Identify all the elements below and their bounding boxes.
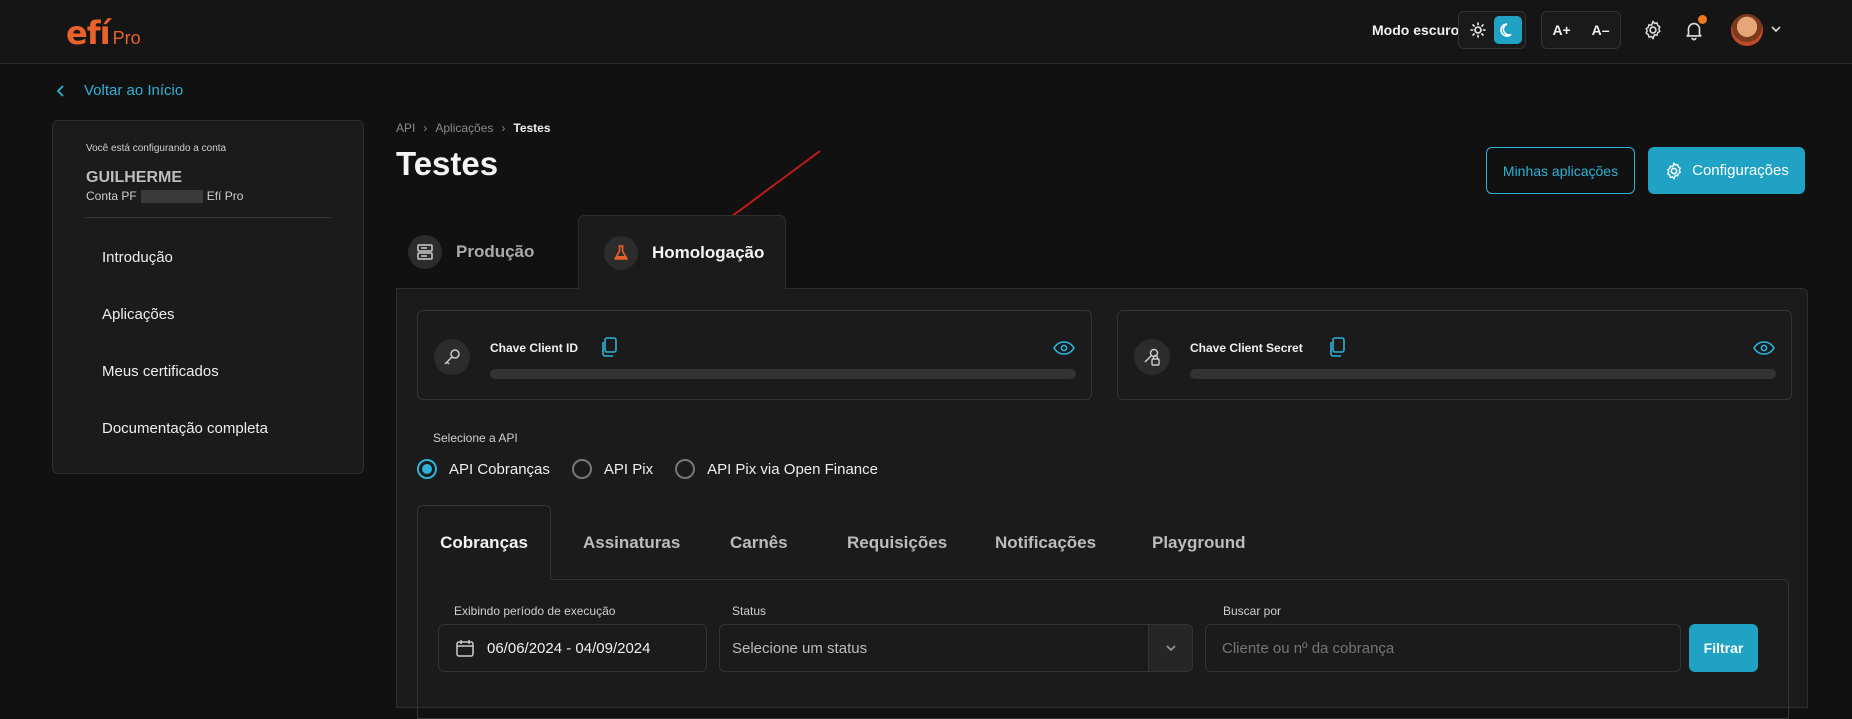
main-panel: Chave Client ID Chave Client Secret Sele…	[396, 288, 1808, 719]
flask-icon	[604, 235, 638, 270]
sidebar-item-documentacao[interactable]: Documentação completa	[102, 420, 268, 437]
eye-icon[interactable]	[1753, 341, 1775, 360]
sidebar-item-introducao[interactable]: Introdução	[102, 249, 173, 266]
breadcrumb: API › Aplicações › Testes	[396, 121, 551, 135]
breadcrumb-separator-icon: ›	[423, 121, 428, 135]
radio-api-pix[interactable]: API Pix	[571, 459, 654, 479]
radio-button[interactable]	[571, 459, 592, 479]
page-title: Testes	[396, 145, 499, 182]
top-bar: efí Pro Modo escuro A+ A–	[0, 0, 1852, 64]
tab-label: Produção	[456, 242, 535, 261]
client-id-card: Chave Client ID	[417, 310, 1092, 400]
tab-assinaturas[interactable]: Assinaturas	[583, 505, 680, 580]
radio-button[interactable]	[675, 459, 696, 479]
breadcrumb-item[interactable]: API	[396, 121, 415, 135]
account-type-suffix: Efí Pro	[206, 189, 244, 203]
filter-panel: Exibindo período de execução 06/06/2024 …	[417, 579, 1789, 719]
font-decrease-button[interactable]: A–	[1592, 22, 1610, 38]
sun-icon[interactable]	[1464, 16, 1492, 44]
logo-text: efí	[66, 14, 111, 52]
copy-icon[interactable]	[1328, 337, 1346, 362]
status-label: Status	[732, 604, 767, 618]
dark-mode-label: Modo escuro	[1372, 22, 1460, 38]
server-icon	[408, 235, 442, 269]
gear-icon[interactable]	[1640, 17, 1666, 43]
filter-button[interactable]: Filtrar	[1689, 624, 1758, 672]
tab-playground[interactable]: Playground	[1152, 505, 1246, 580]
masked-key-bar	[1190, 369, 1776, 379]
calendar-icon	[456, 640, 474, 657]
status-placeholder: Selecione um status	[732, 639, 868, 657]
font-increase-button[interactable]: A+	[1552, 22, 1570, 38]
sidebar: Você está configurando a conta GUILHERME…	[52, 120, 364, 474]
radio-label: API Cobranças	[449, 460, 550, 478]
chevron-down-icon[interactable]	[1770, 22, 1782, 40]
tab-carnes[interactable]: Carnês	[730, 505, 788, 580]
tab-label: Homologação	[652, 242, 765, 262]
divider	[85, 217, 331, 218]
tab-notificacoes[interactable]: Notificações	[995, 505, 1096, 580]
client-id-label: Chave Client ID	[490, 341, 579, 355]
moon-icon[interactable]	[1494, 16, 1522, 44]
sub-tabs: Cobranças Assinaturas Carnês Requisições…	[417, 505, 1789, 580]
breadcrumb-separator-icon: ›	[501, 121, 506, 135]
copy-icon[interactable]	[600, 337, 618, 362]
account-type: Conta PF Efí Pro	[86, 189, 243, 203]
chevron-left-icon	[56, 84, 64, 97]
date-range-input[interactable]: 06/06/2024 - 04/09/2024	[438, 624, 707, 672]
my-apps-button[interactable]: Minhas aplicações	[1486, 147, 1635, 194]
font-size-control: A+ A–	[1541, 11, 1621, 49]
chevron-down-icon[interactable]	[1148, 625, 1192, 671]
account-label: Você está configurando a conta	[86, 143, 227, 154]
logo-suffix: Pro	[112, 28, 141, 48]
period-label: Exibindo período de execução	[454, 604, 616, 618]
api-select-label: Selecione a API	[433, 431, 518, 445]
date-range-value: 06/06/2024 - 04/09/2024	[487, 639, 651, 657]
tab-producao[interactable]: Produção	[408, 215, 534, 289]
radio-label: API Pix	[603, 460, 654, 478]
eye-icon[interactable]	[1053, 341, 1075, 360]
radio-api-pix-open-finance[interactable]: API Pix via Open Finance	[675, 459, 878, 479]
tab-cobrancas[interactable]: Cobranças	[417, 505, 551, 580]
avatar[interactable]	[1731, 14, 1763, 46]
settings-button-label: Configurações	[1692, 162, 1789, 179]
api-radio-group: API Cobranças API Pix API Pix via Open F…	[417, 459, 900, 479]
notification-badge	[1698, 15, 1707, 24]
radio-button[interactable]	[417, 459, 437, 479]
gear-icon	[1667, 161, 1682, 180]
breadcrumb-item[interactable]: Aplicações	[435, 121, 493, 135]
client-secret-card: Chave Client Secret	[1117, 310, 1792, 400]
client-secret-label: Chave Client Secret	[1190, 341, 1303, 355]
sidebar-item-certificados[interactable]: Meus certificados	[102, 363, 219, 380]
back-link[interactable]: Voltar ao Início	[56, 82, 183, 99]
masked-key-bar	[490, 369, 1076, 379]
search-label: Buscar por	[1223, 604, 1282, 618]
bell-icon[interactable]	[1681, 15, 1707, 43]
tab-homologacao[interactable]: Homologação	[578, 215, 786, 289]
account-name: GUILHERME	[86, 169, 182, 186]
lock-key-icon	[1134, 339, 1170, 375]
status-select[interactable]: Selecione um status	[719, 624, 1193, 672]
sidebar-item-aplicacoes[interactable]: Aplicações	[102, 306, 175, 323]
search-input[interactable]	[1205, 624, 1681, 672]
tab-requisicoes[interactable]: Requisições	[847, 505, 947, 580]
settings-button[interactable]: Configurações	[1648, 147, 1805, 194]
back-link-label: Voltar ao Início	[84, 82, 184, 99]
radio-label: API Pix via Open Finance	[707, 460, 878, 478]
account-type-prefix: Conta PF	[86, 189, 137, 203]
theme-toggle[interactable]	[1458, 11, 1526, 49]
logo[interactable]: efí Pro	[66, 14, 141, 52]
key-icon	[434, 339, 470, 375]
redacted-block	[140, 189, 203, 203]
breadcrumb-current: Testes	[513, 121, 551, 135]
radio-api-cobrancas[interactable]: API Cobranças	[417, 459, 550, 479]
